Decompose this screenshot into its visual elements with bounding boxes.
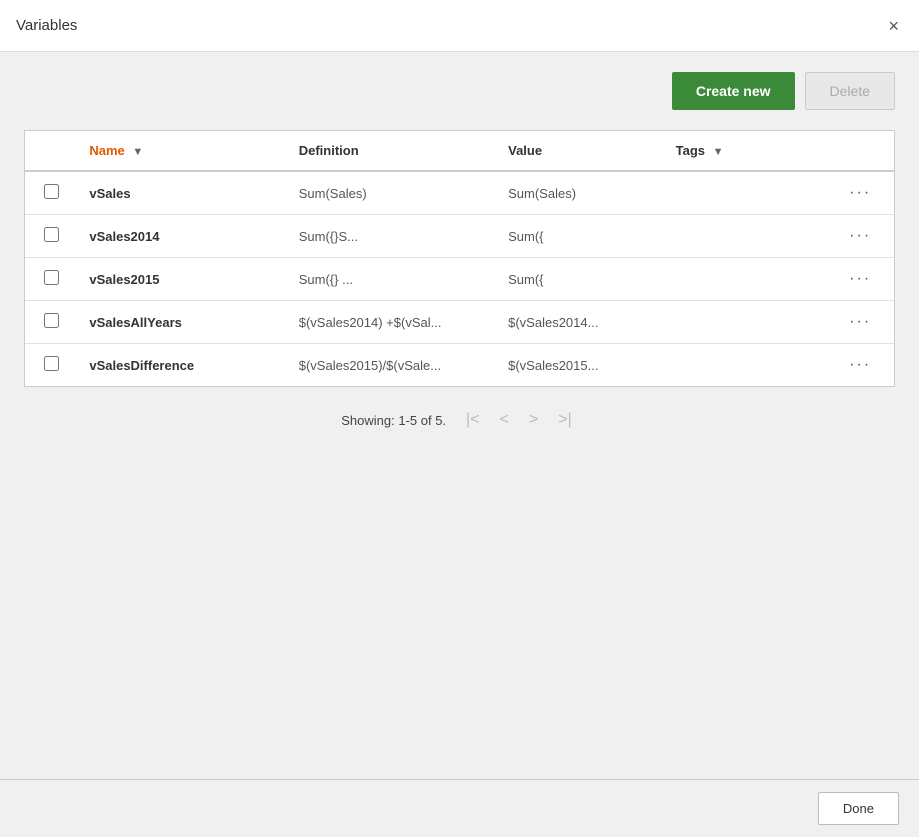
row-checkbox-cell[interactable] <box>25 258 77 301</box>
table-row: vSales2015 Sum({} ... Sum({ ··· <box>25 258 894 301</box>
row-checkbox-cell[interactable] <box>25 215 77 258</box>
delete-button: Delete <box>805 72 895 110</box>
row-tags <box>664 258 832 301</box>
table-header-row: Name ▼ Definition Value Tags ▼ <box>25 131 894 171</box>
done-button[interactable]: Done <box>818 792 899 825</box>
row-actions: ··· <box>831 258 894 301</box>
row-more-button[interactable]: ··· <box>843 311 877 333</box>
row-name: vSales2015 <box>77 258 286 301</box>
pagination: Showing: 1-5 of 5. |< < > >| <box>24 407 895 433</box>
row-checkbox[interactable] <box>44 184 59 199</box>
variables-table: Name ▼ Definition Value Tags ▼ <box>25 131 894 386</box>
page-prev-button[interactable]: < <box>494 407 515 433</box>
table-row: vSalesAllYears $(vSales2014) +$(vSal... … <box>25 301 894 344</box>
dialog-header: Variables × <box>0 0 919 52</box>
row-name: vSalesAllYears <box>77 301 286 344</box>
dialog-title: Variables <box>16 17 77 34</box>
col-header-value: Value <box>496 131 664 171</box>
col-header-tags: Tags ▼ <box>664 131 832 171</box>
row-actions: ··· <box>831 171 894 215</box>
row-actions: ··· <box>831 215 894 258</box>
row-name: vSales2014 <box>77 215 286 258</box>
row-actions: ··· <box>831 344 894 387</box>
col-header-definition: Definition <box>287 131 496 171</box>
row-checkbox-cell[interactable] <box>25 301 77 344</box>
row-definition: $(vSales2015)/$(vSale... <box>287 344 496 387</box>
page-first-button[interactable]: |< <box>460 407 486 433</box>
pagination-text: Showing: 1-5 of 5. <box>341 413 446 428</box>
row-checkbox[interactable] <box>44 270 59 285</box>
variables-dialog: Variables × Create new Delete Name ▼ Def <box>0 0 919 837</box>
create-new-button[interactable]: Create new <box>672 72 795 110</box>
row-value: Sum({ <box>496 258 664 301</box>
row-checkbox[interactable] <box>44 356 59 371</box>
row-more-button[interactable]: ··· <box>843 225 877 247</box>
row-value: Sum({ <box>496 215 664 258</box>
page-last-button[interactable]: >| <box>552 407 578 433</box>
row-checkbox[interactable] <box>44 227 59 242</box>
row-tags <box>664 215 832 258</box>
row-tags <box>664 301 832 344</box>
table-row: vSalesDifference $(vSales2015)/$(vSale..… <box>25 344 894 387</box>
table-row: vSales2014 Sum({}S... Sum({ ··· <box>25 215 894 258</box>
col-header-check <box>25 131 77 171</box>
row-checkbox-cell[interactable] <box>25 344 77 387</box>
toolbar: Create new Delete <box>24 72 895 110</box>
row-definition: $(vSales2014) +$(vSal... <box>287 301 496 344</box>
row-tags <box>664 171 832 215</box>
row-checkbox-cell[interactable] <box>25 171 77 215</box>
variables-table-container: Name ▼ Definition Value Tags ▼ <box>24 130 895 387</box>
row-value: $(vSales2014... <box>496 301 664 344</box>
row-definition: Sum(Sales) <box>287 171 496 215</box>
row-value: $(vSales2015... <box>496 344 664 387</box>
row-actions: ··· <box>831 301 894 344</box>
row-name: vSales <box>77 171 286 215</box>
row-more-button[interactable]: ··· <box>843 182 877 204</box>
row-more-button[interactable]: ··· <box>843 268 877 290</box>
row-definition: Sum({}S... <box>287 215 496 258</box>
row-tags <box>664 344 832 387</box>
row-definition: Sum({} ... <box>287 258 496 301</box>
tags-filter-icon[interactable]: ▼ <box>713 146 724 158</box>
dialog-body: Create new Delete Name ▼ Definition <box>0 52 919 453</box>
table-row: vSales Sum(Sales) Sum(Sales) ··· <box>25 171 894 215</box>
page-next-button[interactable]: > <box>523 407 544 433</box>
col-header-name: Name ▼ <box>77 131 286 171</box>
row-more-button[interactable]: ··· <box>843 354 877 376</box>
row-value: Sum(Sales) <box>496 171 664 215</box>
col-header-actions <box>831 131 894 171</box>
row-checkbox[interactable] <box>44 313 59 328</box>
close-button[interactable]: × <box>884 13 903 39</box>
name-filter-icon[interactable]: ▼ <box>132 146 143 158</box>
row-name: vSalesDifference <box>77 344 286 387</box>
dialog-footer: Done <box>0 779 919 837</box>
